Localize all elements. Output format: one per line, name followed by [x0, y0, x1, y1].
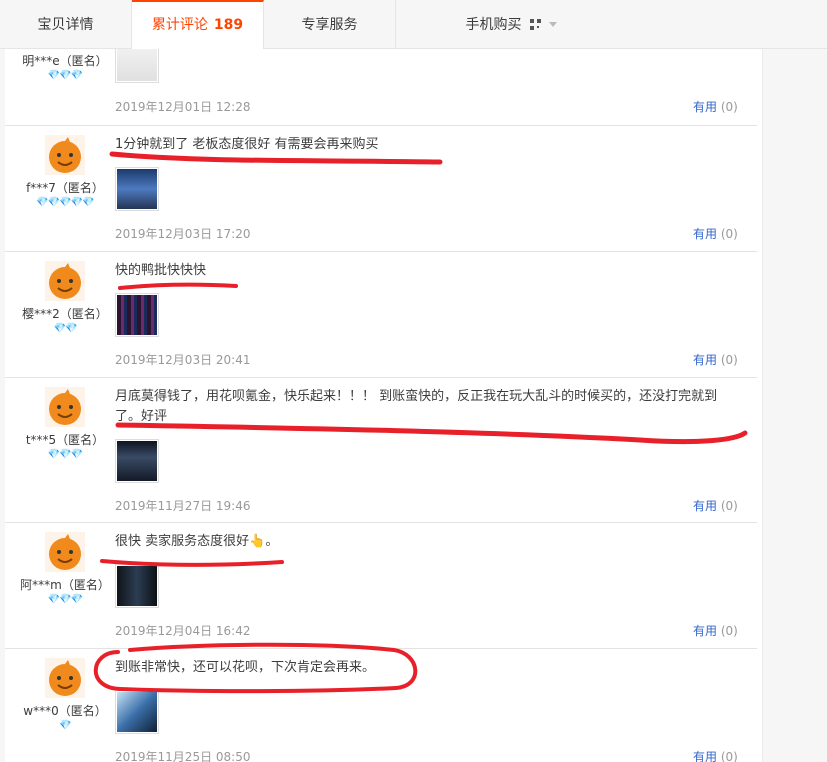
tab-service[interactable]: 专享服务 [264, 0, 396, 48]
reviewer-name: 樱***2（匿名） [22, 307, 108, 321]
review-photo[interactable] [115, 49, 159, 83]
useful-button[interactable]: 有用 (0) [693, 351, 738, 368]
review-text: 月底莫得钱了，用花呗氪金，快乐起来！！！ 到账蛮快的，反正我在玩大乱斗的时候买的… [115, 389, 718, 424]
chevron-down-icon [548, 22, 557, 27]
scrollbar-track[interactable] [762, 49, 827, 762]
review-photo[interactable] [115, 564, 159, 608]
avatar [45, 532, 85, 572]
useful-button[interactable]: 有用 (0) [693, 98, 738, 115]
review-item: 阿***m（匿名） 💎💎💎 很快 卖家服务态度很好👆。 2019年12月04日 … [5, 522, 757, 649]
review-date: 2019年11月25日 08:50 [115, 750, 251, 762]
tab-mobile-purchase[interactable]: 手机购买 [396, 0, 626, 48]
reviewer-name: w***0（匿名） [23, 704, 107, 718]
avatar [45, 135, 85, 175]
review-item: w***0（匿名） 💎 到账非常快，还可以花呗，下次肯定会再来。 2019年11… [5, 648, 757, 762]
review-text: 1分钟就到了 老板态度很好 有需要会再来购买 [115, 137, 379, 152]
reviewer-name: 明***e（匿名） [22, 54, 108, 68]
review-date: 2019年11月27日 19:46 [115, 499, 251, 513]
review-list: 明***e（匿名） 💎💎💎 2019年12月01日 12:28 有用 (0) f… [5, 49, 762, 762]
tab-details[interactable]: 宝贝详情 [0, 0, 132, 48]
qrcode-icon [529, 19, 541, 30]
reviewer-name: t***5（匿名） [25, 433, 105, 447]
tab-reviews[interactable]: 累计评论 189 [132, 0, 264, 49]
review-item: t***5（匿名） 💎💎💎 月底莫得钱了，用花呗氪金，快乐起来！！！ 到账蛮快的… [5, 377, 757, 523]
review-item: 樱***2（匿名） 💎💎 快的鸭批快快快 2019年12月03日 20:41 有… [5, 251, 757, 378]
useful-button[interactable]: 有用 (0) [693, 748, 738, 762]
review-photo[interactable] [115, 690, 159, 734]
useful-button[interactable]: 有用 (0) [693, 225, 738, 242]
review-text: 快的鸭批快快快 [115, 263, 207, 278]
review-count: 189 [213, 17, 244, 33]
review-text: 到账非常快，还可以花呗，下次肯定会再来。 [115, 660, 376, 675]
tab-bar: 宝贝详情 累计评论 189 专享服务 手机购买 [0, 0, 827, 49]
avatar [45, 387, 85, 427]
reviewer-rank: 💎💎💎 [47, 70, 83, 81]
review-date: 2019年12月03日 17:20 [115, 227, 251, 241]
useful-button[interactable]: 有用 (0) [693, 622, 738, 639]
review-date: 2019年12月01日 12:28 [115, 100, 251, 114]
review-photo[interactable] [115, 293, 159, 337]
useful-button[interactable]: 有用 (0) [693, 497, 738, 514]
avatar [45, 658, 85, 698]
review-photo[interactable] [115, 167, 159, 211]
review-item: 明***e（匿名） 💎💎💎 2019年12月01日 12:28 有用 (0) [5, 49, 757, 126]
reviewer-name: 阿***m（匿名） [20, 578, 110, 592]
review-date: 2019年12月04日 16:42 [115, 624, 251, 638]
avatar [45, 261, 85, 301]
review-text: 很快 卖家服务态度很好👆。 [115, 534, 279, 549]
reviewer-rank: 💎💎💎💎💎 [36, 197, 94, 208]
reviewer-rank: 💎💎💎 [47, 449, 83, 460]
reviewer-rank: 💎💎 [53, 323, 78, 334]
review-photo[interactable] [115, 439, 159, 483]
review-item: f***7（匿名） 💎💎💎💎💎 1分钟就到了 老板态度很好 有需要会再来购买 2… [5, 125, 757, 252]
review-date: 2019年12月03日 20:41 [115, 353, 251, 367]
reviewer-rank: 💎💎💎 [47, 594, 83, 605]
reviewer-name: f***7（匿名） [26, 181, 104, 195]
reviewer-rank: 💎 [59, 720, 71, 731]
